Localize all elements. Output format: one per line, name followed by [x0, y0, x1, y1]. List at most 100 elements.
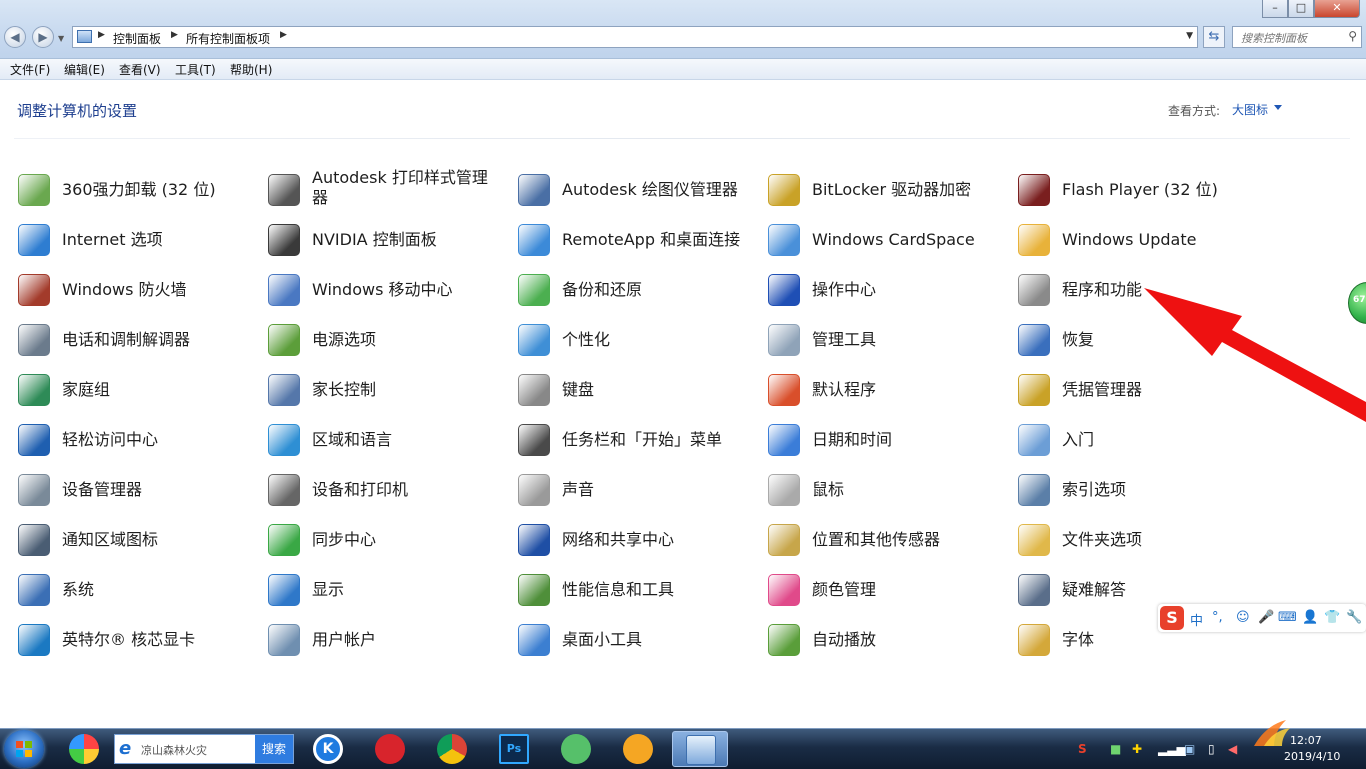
address-dropdown-icon[interactable]: ▼ [1186, 31, 1193, 41]
ime-skin-icon[interactable]: 👕 [1324, 610, 1340, 625]
control-panel-item[interactable]: 系统 [18, 574, 258, 616]
control-panel-item[interactable]: 位置和其他传感器 [768, 524, 1008, 566]
ime-punctuation-icon[interactable]: °, [1212, 610, 1223, 625]
taskbar-app-uc-browser[interactable] [610, 731, 666, 767]
control-panel-item[interactable]: 家庭组 [18, 374, 258, 416]
ime-emoji-icon[interactable]: ☺ [1236, 610, 1250, 625]
taskbar-app-photoshop[interactable]: Ps [486, 731, 542, 767]
control-panel-item[interactable]: 设备和打印机 [268, 474, 508, 516]
control-panel-item[interactable]: NVIDIA 控制面板 [268, 224, 508, 266]
control-panel-item[interactable]: 键盘 [518, 374, 758, 416]
sogou-tray-icon[interactable]: S [1078, 742, 1087, 756]
control-panel-item[interactable]: 360强力卸载 (32 位) [18, 174, 258, 216]
control-panel-item[interactable]: 轻松访问中心 [18, 424, 258, 466]
address-bar[interactable]: ▶ 控制面板 ▶ 所有控制面板项 ▶ ▼ [72, 26, 1198, 48]
control-panel-item[interactable]: 备份和还原 [518, 274, 758, 316]
item-icon [518, 174, 550, 206]
taskbar-app-control-panel[interactable] [672, 731, 728, 767]
breadcrumb-chevron-icon[interactable]: ▶ [171, 30, 178, 40]
view-by-chevron-icon[interactable] [1274, 105, 1282, 110]
search-icon[interactable]: ⚲ [1348, 29, 1357, 43]
control-panel-item[interactable]: 网络和共享中心 [518, 524, 758, 566]
start-button[interactable] [4, 730, 44, 768]
control-panel-item[interactable]: 声音 [518, 474, 758, 516]
control-panel-item[interactable]: 区域和语言 [268, 424, 508, 466]
breadcrumb-chevron-icon[interactable]: ▶ [98, 30, 105, 40]
control-panel-item[interactable]: RemoteApp 和桌面连接 [518, 224, 758, 266]
control-panel-item[interactable]: Flash Player (32 位) [1018, 174, 1258, 216]
breadcrumb-all-items[interactable]: 所有控制面板项 [186, 30, 270, 47]
control-panel-item[interactable]: 文件夹选项 [1018, 524, 1258, 566]
control-panel-item[interactable]: 索引选项 [1018, 474, 1258, 516]
taskbar-search-input[interactable] [139, 740, 261, 760]
ime-keyboard-icon[interactable]: ⌨ [1278, 610, 1297, 625]
taskbar-app-pinwheel[interactable] [56, 731, 112, 767]
refresh-button[interactable]: ⇆ [1203, 26, 1225, 48]
control-panel-item[interactable]: 自动播放 [768, 624, 1008, 666]
menu-tools[interactable]: 工具(T) [175, 61, 216, 78]
minimize-button[interactable]: – [1262, 0, 1288, 18]
control-panel-item[interactable]: Internet 选项 [18, 224, 258, 266]
taskbar-app-kugou[interactable]: K [300, 731, 356, 767]
ime-settings-icon[interactable]: 🔧 [1346, 610, 1362, 625]
plus-tray-icon[interactable]: ✚ [1132, 742, 1142, 756]
sogou-logo-icon[interactable]: S [1160, 606, 1184, 630]
control-panel-item[interactable]: 操作中心 [768, 274, 1008, 316]
control-panel-item[interactable]: Windows CardSpace [768, 224, 1008, 266]
control-panel-item[interactable]: Windows 移动中心 [268, 274, 508, 316]
taskbar-search-button[interactable]: 搜索 [255, 735, 293, 763]
control-panel-item[interactable]: 默认程序 [768, 374, 1008, 416]
control-panel-item[interactable]: 性能信息和工具 [518, 574, 758, 616]
menu-view[interactable]: 查看(V) [119, 61, 161, 78]
search-box[interactable]: ⚲ [1232, 26, 1362, 48]
control-panel-item[interactable]: BitLocker 驱动器加密 [768, 174, 1008, 216]
menu-edit[interactable]: 编辑(E) [64, 61, 105, 78]
taskbar-search[interactable]: e 搜索 [114, 734, 294, 764]
ime-chinese-mode[interactable]: 中 [1190, 610, 1203, 629]
recent-pages-chevron-icon[interactable]: ▼ [58, 34, 64, 43]
control-panel-item[interactable]: Autodesk 绘图仪管理器 [518, 174, 758, 216]
breadcrumb-control-panel[interactable]: 控制面板 [113, 30, 161, 47]
control-panel-item[interactable]: 同步中心 [268, 524, 508, 566]
control-panel-item[interactable]: 电话和调制解调器 [18, 324, 258, 366]
clock-time[interactable]: 12:07 [1290, 734, 1322, 747]
control-panel-item[interactable]: 通知区域图标 [18, 524, 258, 566]
control-panel-item[interactable]: 电源选项 [268, 324, 508, 366]
control-panel-item[interactable]: Windows 防火墙 [18, 274, 258, 316]
network-icon[interactable]: ▣ [1184, 742, 1195, 756]
control-panel-item[interactable]: Autodesk 打印样式管理器 [268, 168, 508, 216]
control-panel-item[interactable]: 个性化 [518, 324, 758, 366]
control-panel-item[interactable]: 用户帐户 [268, 624, 508, 666]
control-panel-item[interactable]: 鼠标 [768, 474, 1008, 516]
search-input[interactable] [1239, 28, 1343, 48]
menu-help[interactable]: 帮助(H) [230, 61, 272, 78]
control-panel-item[interactable]: Windows Update [1018, 224, 1258, 266]
taskbar-app-netease-music[interactable] [362, 731, 418, 767]
control-panel-item[interactable]: 家长控制 [268, 374, 508, 416]
control-panel-item[interactable]: 入门 [1018, 424, 1258, 466]
control-panel-item[interactable]: 日期和时间 [768, 424, 1008, 466]
control-panel-item[interactable]: 设备管理器 [18, 474, 258, 516]
ime-account-icon[interactable]: 👤 [1302, 610, 1318, 625]
battery-icon[interactable]: ▯ [1208, 742, 1215, 756]
volume-icon[interactable]: ◀ [1228, 742, 1237, 756]
clock-date[interactable]: 2019/4/10 [1284, 750, 1340, 763]
forward-button[interactable]: ▶ [32, 26, 54, 48]
breadcrumb-chevron-icon[interactable]: ▶ [280, 30, 287, 40]
menu-file[interactable]: 文件(F) [10, 61, 50, 78]
view-by-dropdown[interactable]: 大图标 [1232, 101, 1268, 118]
ime-voice-icon[interactable]: 🎤 [1258, 610, 1274, 625]
control-panel-item[interactable]: 任务栏和「开始」菜单 [518, 424, 758, 466]
control-panel-item[interactable]: 英特尔® 核芯显卡 [18, 624, 258, 666]
control-panel-item[interactable]: 桌面小工具 [518, 624, 758, 666]
close-button[interactable]: ✕ [1314, 0, 1360, 18]
control-panel-item[interactable]: 显示 [268, 574, 508, 616]
taskbar-app-chrome[interactable] [424, 731, 480, 767]
maximize-button[interactable]: □ [1288, 0, 1314, 18]
back-button[interactable]: ◀ [4, 26, 26, 48]
control-panel-item[interactable]: 管理工具 [768, 324, 1008, 366]
green-tray-icon[interactable]: ■ [1110, 742, 1121, 756]
control-panel-item[interactable]: 颜色管理 [768, 574, 1008, 616]
taskbar-app-green[interactable] [548, 731, 604, 767]
signal-icon[interactable]: ▂▃▅ [1158, 742, 1186, 756]
